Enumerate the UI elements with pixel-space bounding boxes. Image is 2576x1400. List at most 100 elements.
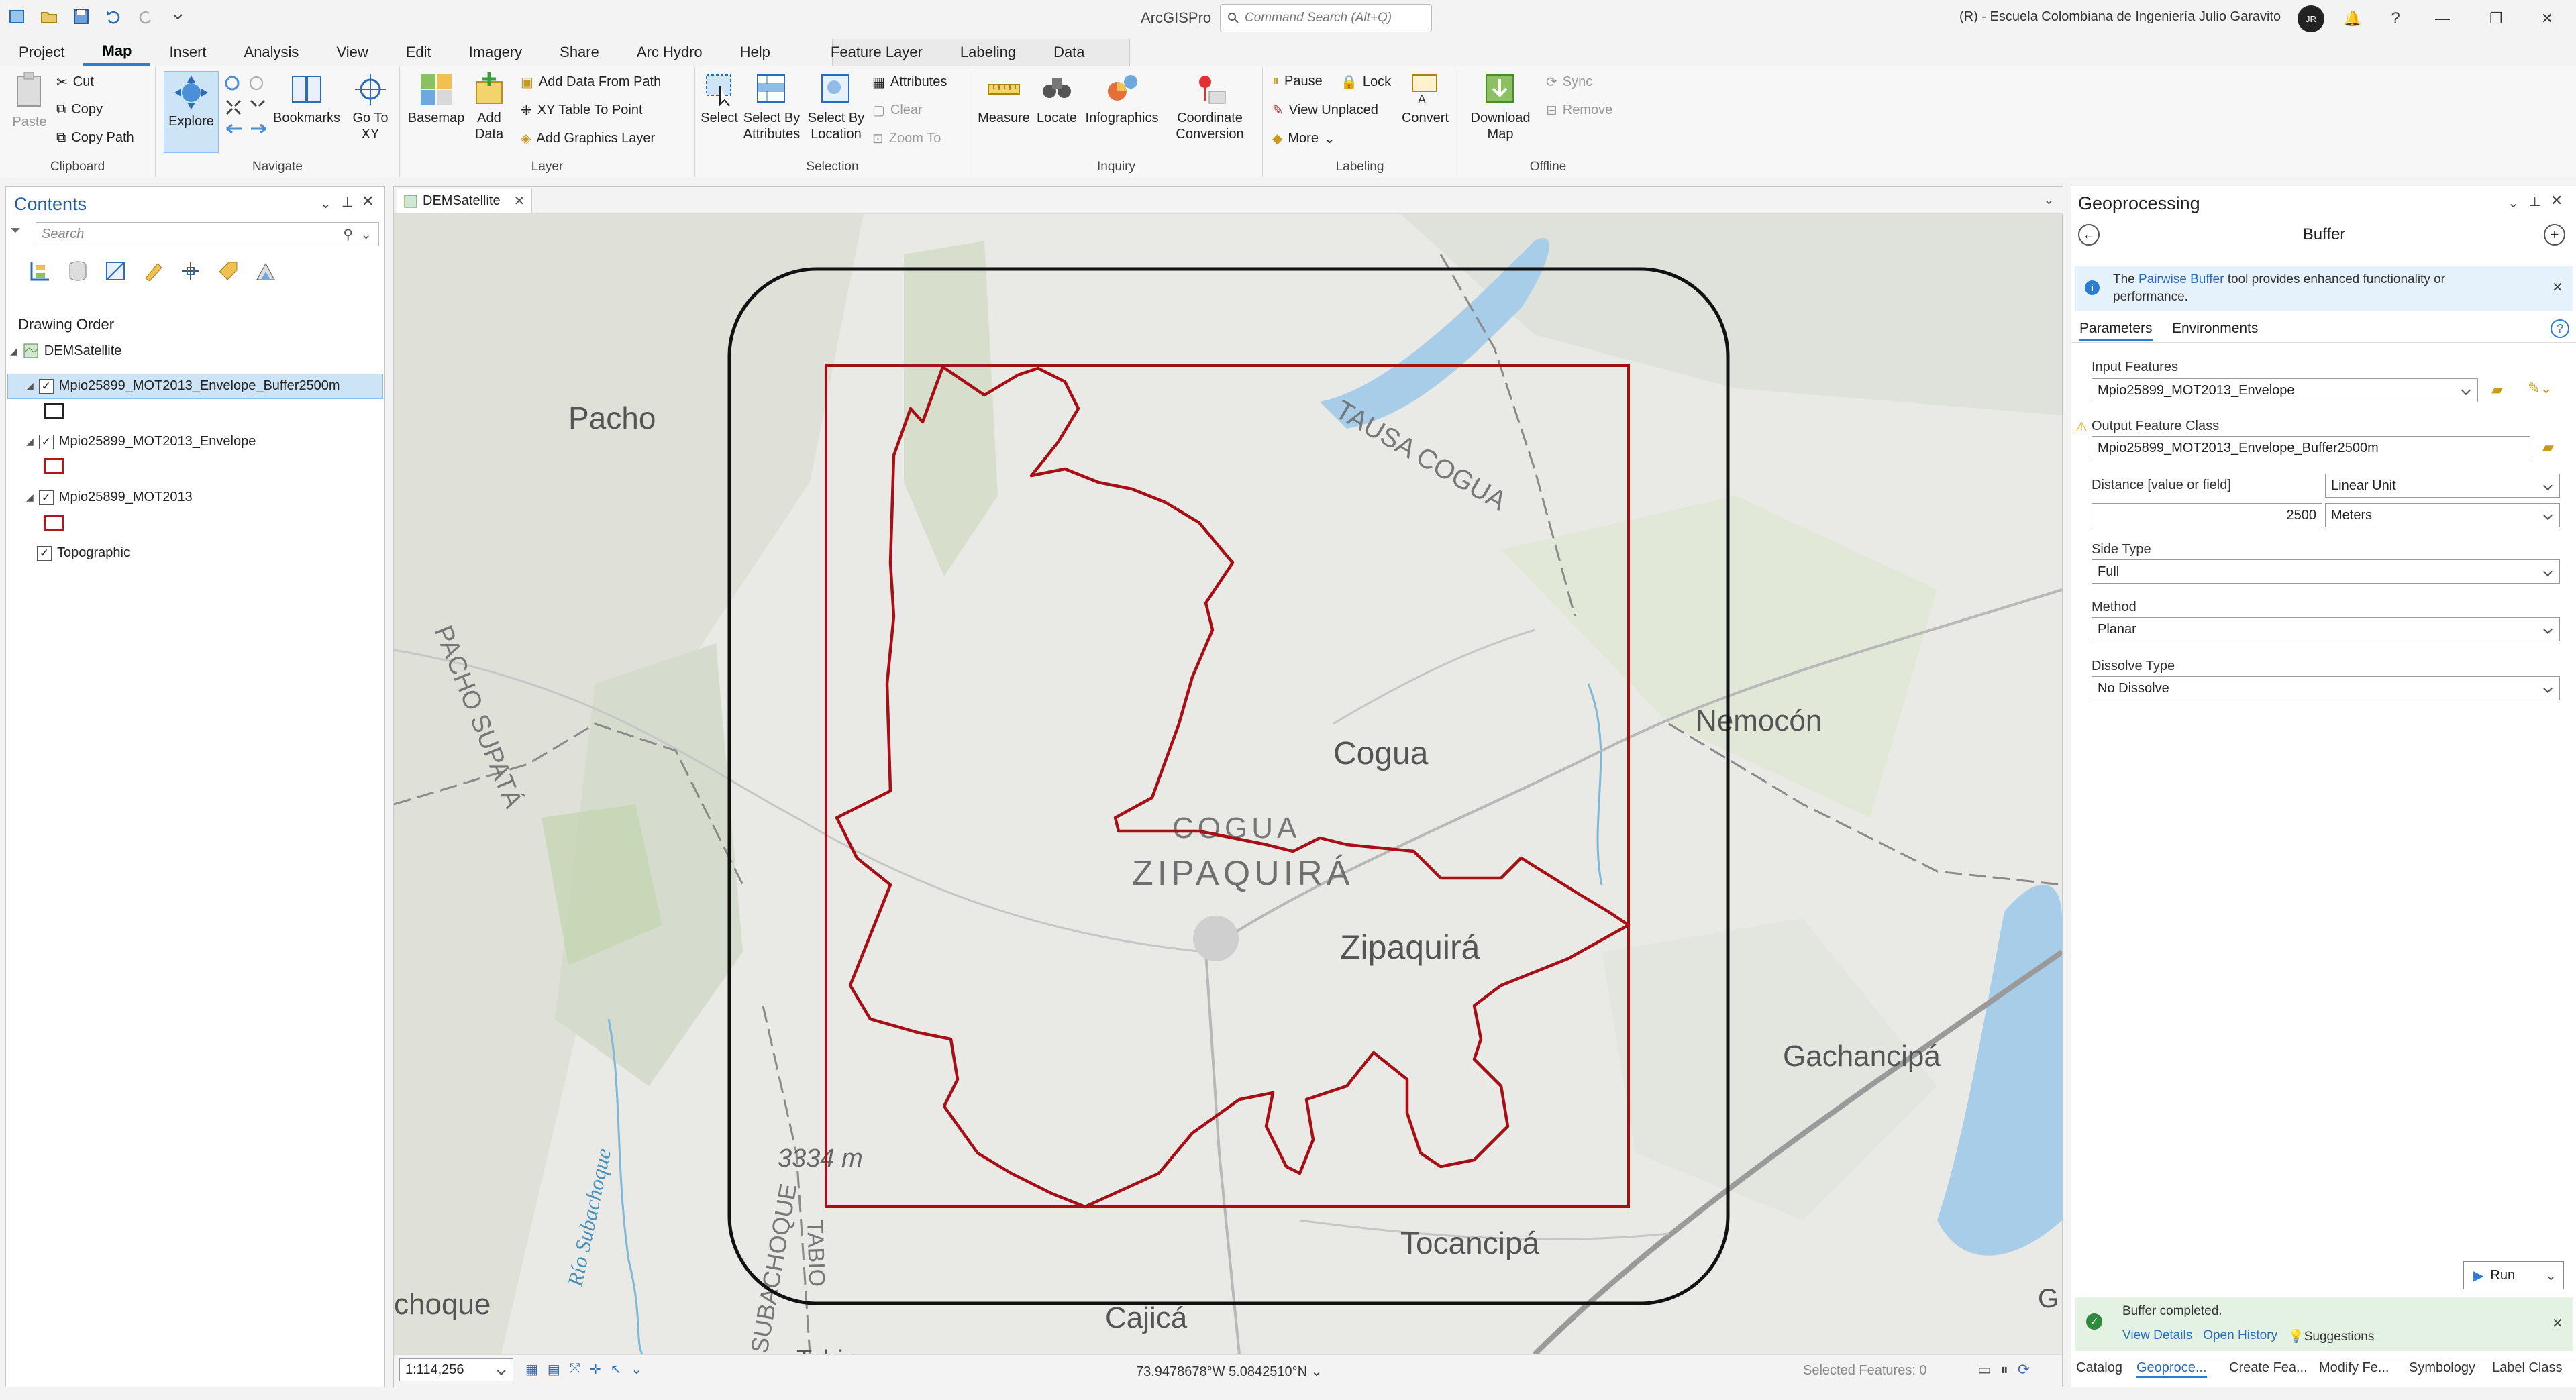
distance-value-input[interactable]: 2500 xyxy=(2092,503,2322,527)
expand-icon[interactable]: ◢ xyxy=(26,492,34,503)
suggestions-link[interactable]: 💡Suggestions xyxy=(2288,1328,2374,1344)
run-button[interactable]: ▶ Run ⌄ xyxy=(2463,1261,2564,1289)
navigate-small-tools[interactable] xyxy=(223,74,270,138)
open-history-link[interactable]: Open History xyxy=(2203,1328,2277,1344)
map-canvas[interactable]: Pacho PACHO SUPATÁ TAUSA COGUA Cogua COG… xyxy=(394,214,2062,1354)
tab-analysis[interactable]: Analysis xyxy=(225,39,318,66)
add-icon[interactable]: + xyxy=(2544,224,2565,246)
snapping-icon[interactable]: ✛ xyxy=(590,1361,601,1378)
xy-table-to-point-button[interactable]: ⁜ XY Table To Point xyxy=(521,102,643,119)
command-search[interactable]: Command Search (Alt+Q) xyxy=(1220,4,1432,32)
select-by-attributes-button[interactable]: Select By Attributes xyxy=(739,71,804,142)
zoom-tool-icon[interactable]: ⤧ xyxy=(570,1361,580,1378)
add-data-button[interactable]: Add Data xyxy=(466,71,513,142)
help-icon[interactable]: ? xyxy=(2551,319,2569,338)
list-by-snapping-icon[interactable] xyxy=(179,260,202,282)
tab-labeling[interactable]: Labeling xyxy=(941,39,1035,66)
tab-create-features[interactable]: Create Fea... xyxy=(2229,1360,2308,1376)
list-by-editing-icon[interactable] xyxy=(142,260,164,282)
infographics-button[interactable]: Infographics xyxy=(1082,71,1162,126)
remove-offline-button[interactable]: ⊟ Remove xyxy=(1546,102,1612,119)
pause-labeling-button[interactable]: ⏸ Pause xyxy=(1272,74,1323,89)
layer-symbol-swatch[interactable] xyxy=(44,515,64,531)
close-status-icon[interactable]: ✕ xyxy=(2552,1315,2563,1332)
list-by-drawing-order-icon[interactable] xyxy=(29,260,52,282)
new-project-icon[interactable] xyxy=(7,7,27,27)
grid-icon[interactable]: ▦ xyxy=(525,1361,538,1378)
copy-button[interactable]: ⧉ Copy xyxy=(56,102,103,117)
contents-search-input[interactable]: Search ⚲ ⌄ xyxy=(36,222,379,246)
copy-path-button[interactable]: ⧉ Copy Path xyxy=(56,130,134,146)
select-button[interactable]: Select xyxy=(699,71,739,126)
signed-in-user[interactable]: (R) - Escuela Colombiana de Ingeniería J… xyxy=(1959,9,2281,25)
browse-folder-icon[interactable]: ▰ xyxy=(2542,439,2554,456)
attributes-button[interactable]: ▦ Attributes xyxy=(872,74,947,91)
minimize-button[interactable]: — xyxy=(2429,7,2456,31)
convert-labels-button[interactable]: A Convert xyxy=(1398,71,1452,126)
lock-labeling-button[interactable]: 🔒 Lock xyxy=(1341,74,1391,91)
dissolve-type-select[interactable]: No Dissolve xyxy=(2092,676,2560,700)
list-by-perspective-icon[interactable] xyxy=(254,260,277,282)
tab-share[interactable]: Share xyxy=(541,39,618,66)
go-to-xy-button[interactable]: Go To XY xyxy=(345,71,396,142)
pin-icon[interactable]: ⊥ xyxy=(342,194,353,211)
close-pane-icon[interactable]: ✕ xyxy=(2551,192,2563,209)
table-icon[interactable]: ▤ xyxy=(548,1361,560,1378)
close-banner-icon[interactable]: ✕ xyxy=(2552,279,2563,296)
tab-arc-hydro[interactable]: Arc Hydro xyxy=(618,39,721,66)
tab-insert[interactable]: Insert xyxy=(150,39,225,66)
map-view-tab[interactable]: DEMSatellite ✕ xyxy=(397,189,533,213)
avatar[interactable]: JR xyxy=(2298,5,2324,32)
tab-overflow-icon[interactable]: ⌄ xyxy=(2043,191,2055,208)
tab-view[interactable]: View xyxy=(317,39,387,66)
cut-button[interactable]: ✂ Cut xyxy=(56,74,94,91)
tab-help[interactable]: Help xyxy=(721,39,789,66)
table-icon[interactable]: ▭ xyxy=(1977,1361,1992,1379)
map-scale-select[interactable]: 1:114,256 xyxy=(399,1358,513,1381)
add-graphics-layer-button[interactable]: ◈ Add Graphics Layer xyxy=(521,130,655,147)
clear-selection-button[interactable]: ▢ Clear xyxy=(872,102,923,119)
notifications-icon[interactable]: 🔔 xyxy=(2339,7,2366,31)
tab-edit[interactable]: Edit xyxy=(387,39,450,66)
input-features-select[interactable]: Mpio25899_MOT2013_Envelope xyxy=(2092,378,2478,402)
layer-symbol-swatch[interactable] xyxy=(44,458,64,474)
filter-icon[interactable]: ⏷ xyxy=(10,223,21,239)
layer-visibility-checkbox[interactable]: ✓ xyxy=(38,378,54,394)
view-details-link[interactable]: View Details xyxy=(2122,1328,2192,1344)
measure-button[interactable]: Measure xyxy=(976,71,1032,126)
tab-imagery[interactable]: Imagery xyxy=(450,39,541,66)
locate-button[interactable]: Locate xyxy=(1032,71,1082,126)
tab-catalog[interactable]: Catalog xyxy=(2076,1360,2122,1376)
chevron-down-icon[interactable]: ⌄ xyxy=(2545,1267,2557,1284)
expand-icon[interactable]: ◢ xyxy=(10,345,17,357)
save-icon[interactable] xyxy=(71,7,91,27)
toc-layer-row[interactable]: ◢ ✓ Mpio25899_MOT2013 xyxy=(26,490,193,505)
add-data-from-path-button[interactable]: ▣ Add Data From Path xyxy=(521,74,661,91)
chevron-down-icon[interactable]: ⌄ xyxy=(1311,1364,1323,1379)
bookmarks-button[interactable]: Bookmarks xyxy=(270,71,344,126)
tab-label-class[interactable]: Label Class xyxy=(2492,1360,2563,1376)
layer-visibility-checkbox[interactable]: ✓ xyxy=(37,545,52,561)
view-unplaced-button[interactable]: ✎ View Unplaced xyxy=(1272,102,1378,119)
sync-button[interactable]: ⟳ Sync xyxy=(1546,74,1592,91)
redo-icon[interactable] xyxy=(136,7,156,27)
distance-unit-select[interactable]: Meters xyxy=(2325,503,2560,527)
customize-qat-icon[interactable] xyxy=(168,7,188,27)
close-window-button[interactable]: ✕ xyxy=(2534,7,2561,31)
toc-basemap-row[interactable]: ✓ Topographic xyxy=(37,545,130,561)
zoom-to-selection-button[interactable]: ⊡ Zoom To xyxy=(872,130,941,147)
sketch-icon[interactable]: ✎⌄ xyxy=(2528,380,2553,397)
list-by-data-source-icon[interactable] xyxy=(66,260,89,282)
expand-icon[interactable]: ◢ xyxy=(26,380,34,392)
tab-parameters[interactable]: Parameters xyxy=(2079,321,2153,341)
tab-symbology[interactable]: Symbology xyxy=(2409,1360,2475,1376)
pane-options-icon[interactable]: ⌄ xyxy=(2508,195,2519,211)
list-by-labeling-icon[interactable] xyxy=(217,260,240,282)
open-project-icon[interactable] xyxy=(39,7,59,27)
method-select[interactable]: Planar xyxy=(2092,617,2560,641)
distance-type-select[interactable]: Linear Unit xyxy=(2325,474,2560,498)
paste-button[interactable]: Paste xyxy=(8,71,51,130)
tab-environments[interactable]: Environments xyxy=(2172,321,2258,337)
tab-project[interactable]: Project xyxy=(0,39,83,66)
tab-feature-layer[interactable]: Feature Layer xyxy=(812,39,941,66)
